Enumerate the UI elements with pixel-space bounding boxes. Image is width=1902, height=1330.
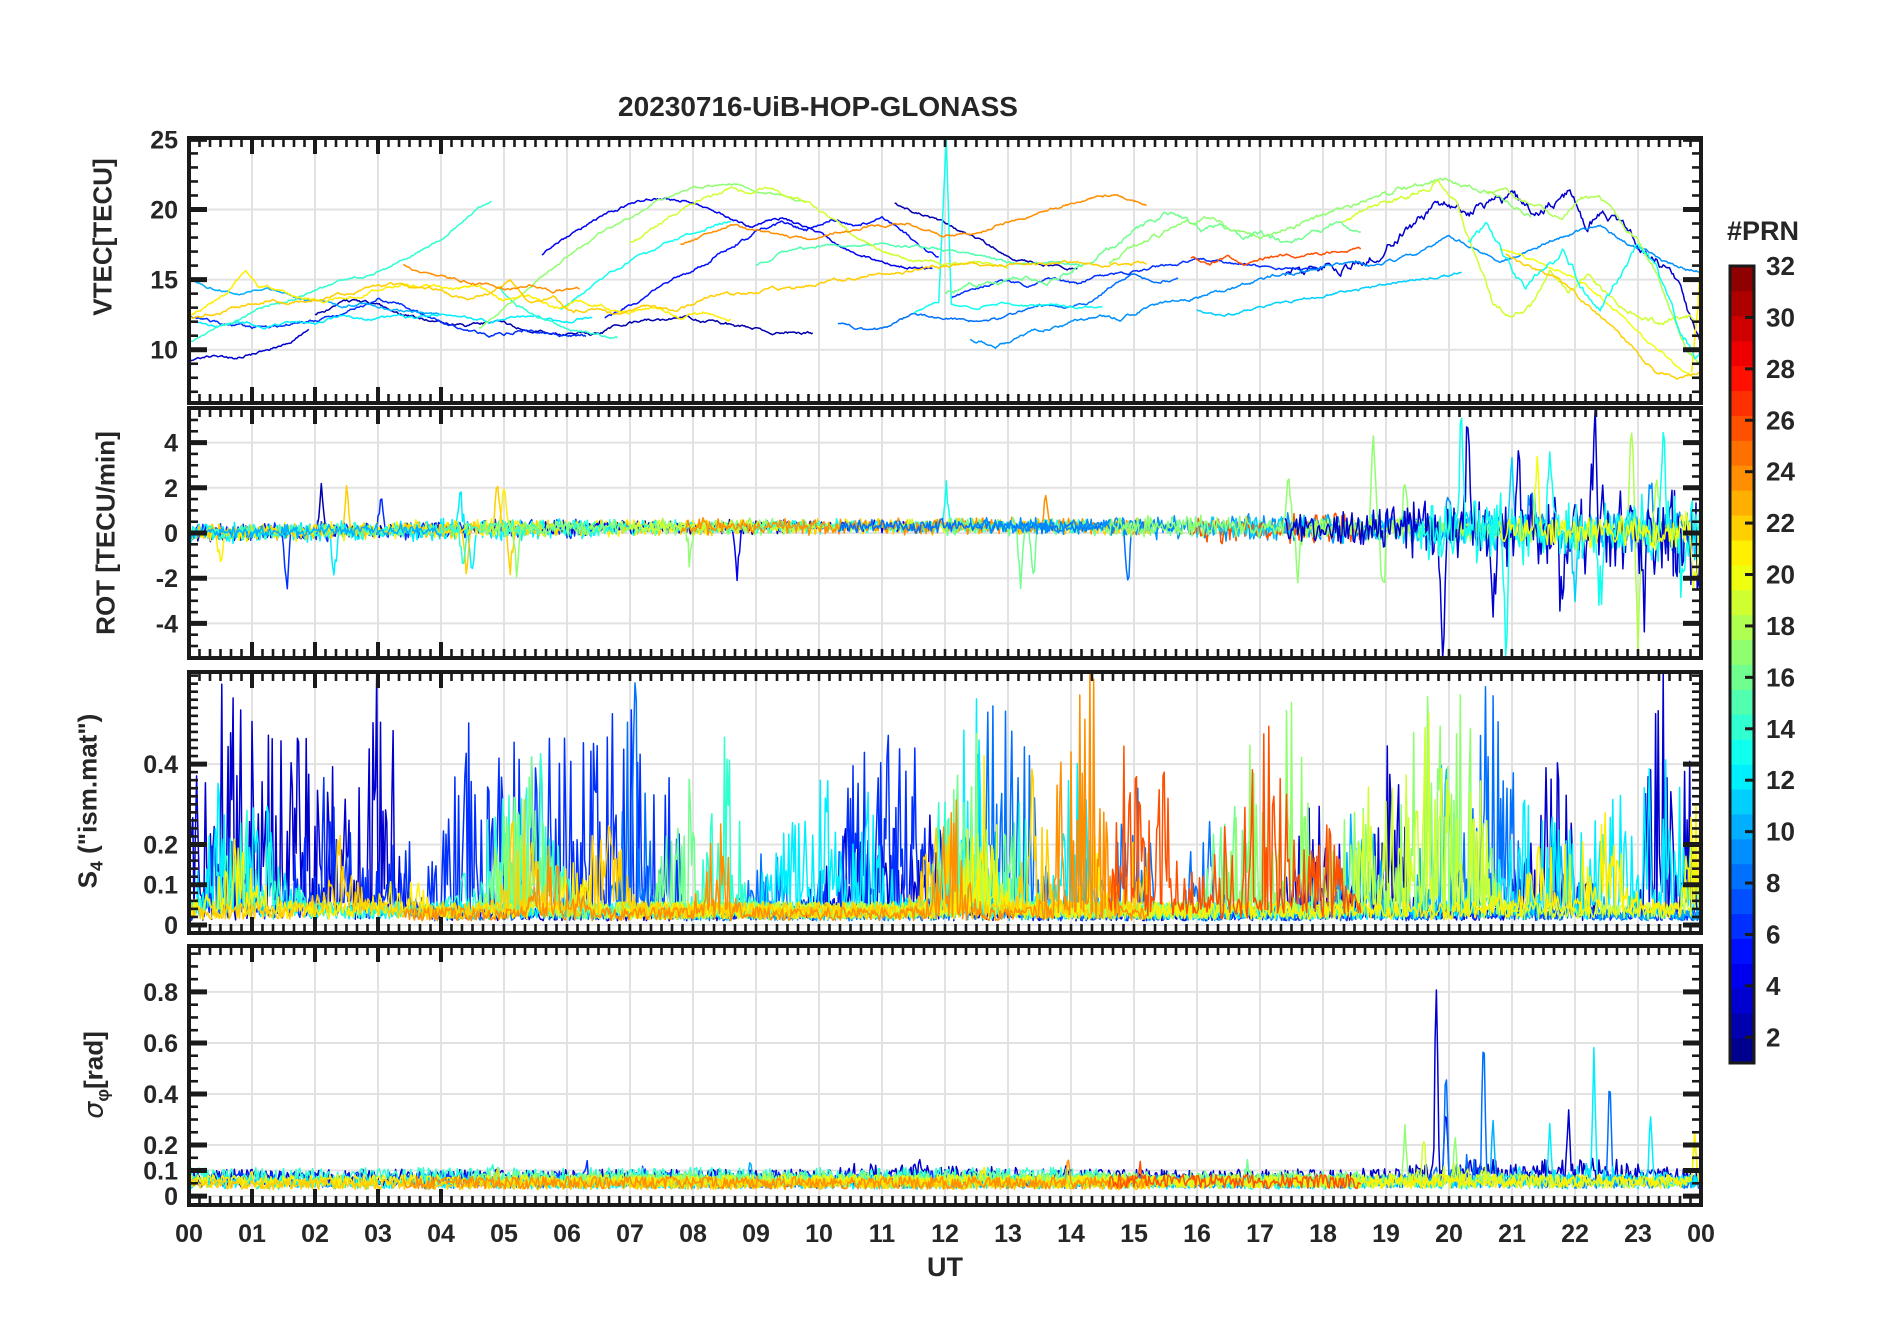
chart-canvas: 10152025-4-202400.10.20.400.10.20.40.60.… — [143, 126, 1795, 1248]
ylabel-s4: S4 ("ism.mat") — [72, 714, 107, 889]
colorbar-tick-label: 2 — [1766, 1022, 1780, 1052]
ylabel-s4-pre: S — [72, 870, 103, 889]
svg-text:0.4: 0.4 — [143, 751, 178, 779]
colorbar-tick-label: 24 — [1766, 457, 1795, 487]
svg-text:08: 08 — [679, 1220, 707, 1248]
colorbar-tick-label: 22 — [1766, 508, 1795, 538]
svg-text:03: 03 — [364, 1220, 392, 1248]
svg-text:02: 02 — [301, 1220, 329, 1248]
svg-text:16: 16 — [1183, 1220, 1211, 1248]
svg-text:01: 01 — [238, 1220, 266, 1248]
svg-text:00: 00 — [175, 1220, 203, 1248]
svg-text:-4: -4 — [156, 610, 178, 638]
svg-text:0.2: 0.2 — [143, 832, 178, 860]
svg-text:0.8: 0.8 — [143, 979, 178, 1007]
colorbar-tick-label: 26 — [1766, 405, 1795, 435]
svg-text:00: 00 — [1687, 1220, 1715, 1248]
panel-rot: -4 -2 0 2 4 — [156, 406, 1703, 660]
colorbar-title: #PRN — [1726, 216, 1800, 246]
colorbar-tick-label: 28 — [1766, 354, 1795, 384]
colorbar: 2468101214161820222426283032 — [1728, 251, 1795, 1065]
panel-sigma-ytick-labels: 00.10.2 0.4 0.6 0.8 — [143, 979, 178, 1211]
colorbar-tick-label: 16 — [1766, 662, 1795, 692]
panel-sigma: 00.10.2 0.4 0.6 0.8 — [143, 944, 1703, 1211]
ylabel-rot-text: ROT [TECU/min] — [90, 431, 121, 635]
colorbar-tick-label: 4 — [1766, 971, 1781, 1001]
svg-text:25: 25 — [150, 126, 178, 154]
panel-s4-ytick-labels: 0 0.1 0.2 0.4 — [143, 751, 178, 940]
panel-vtec: 10 15 20 25 — [150, 126, 1703, 405]
colorbar-tick-label: 6 — [1766, 919, 1780, 949]
svg-text:19: 19 — [1372, 1220, 1400, 1248]
svg-text:0.6: 0.6 — [143, 1030, 178, 1058]
svg-text:05: 05 — [490, 1220, 518, 1248]
ylabel-sigma-post: [rad] — [78, 1031, 109, 1089]
svg-text:0.4: 0.4 — [143, 1081, 178, 1109]
ylabel-s4-post: ("ism.mat") — [72, 713, 103, 862]
svg-text:0: 0 — [164, 520, 178, 548]
xlabel-ut: UT — [927, 1252, 963, 1282]
panel-rot-ytick-labels: -4 -2 0 2 4 — [156, 430, 178, 639]
svg-text:0.1: 0.1 — [143, 872, 178, 900]
svg-text:14: 14 — [1057, 1220, 1085, 1248]
ylabel-s4-sub: 4 — [86, 861, 107, 871]
colorbar-tick-label: 18 — [1766, 611, 1795, 641]
svg-text:10: 10 — [805, 1220, 833, 1248]
figure: 10 15 20 25 -4 -2 0 2 4 0 0.1 0.2 0.4 0 0.1 0.2 0.4 0.6 0.… — [0, 0, 1902, 1330]
svg-text:0: 0 — [164, 1183, 178, 1211]
svg-text:20: 20 — [1435, 1220, 1463, 1248]
xtick-labels: 00 01 02 03 04 05 06 07 08 09 10 11 12 13 14 15 16 17 18 19… — [175, 1220, 1715, 1248]
svg-text:13: 13 — [994, 1220, 1022, 1248]
ylabel-sigma: σφ[rad] — [78, 1031, 113, 1119]
svg-text:-2: -2 — [156, 565, 178, 593]
svg-text:4: 4 — [164, 430, 178, 458]
svg-text:07: 07 — [616, 1220, 644, 1248]
colorbar-tick-label: 20 — [1766, 560, 1795, 590]
colorbar-tick-label: 12 — [1766, 765, 1795, 795]
panel-s4: 0 0.1 0.2 0.4 — [143, 670, 1703, 940]
svg-text:23: 23 — [1624, 1220, 1652, 1248]
svg-text:09: 09 — [742, 1220, 770, 1248]
svg-text:0.1: 0.1 — [143, 1158, 178, 1186]
svg-text:10: 10 — [150, 337, 178, 365]
svg-text:0.2: 0.2 — [143, 1132, 178, 1160]
colorbar-tick-label: 30 — [1766, 302, 1795, 332]
svg-text:18: 18 — [1309, 1220, 1337, 1248]
colorbar-tick-label: 8 — [1766, 868, 1780, 898]
svg-text:22: 22 — [1561, 1220, 1589, 1248]
svg-text:15: 15 — [1120, 1220, 1148, 1248]
svg-text:2: 2 — [164, 475, 178, 503]
colorbar-tick-label: 32 — [1766, 251, 1795, 281]
svg-text:15: 15 — [150, 267, 178, 295]
ylabel-sigma-sub: φ — [92, 1089, 113, 1102]
panel-vtec-ytick-labels: 10 15 20 25 — [150, 126, 178, 364]
svg-text:12: 12 — [931, 1220, 959, 1248]
svg-text:11: 11 — [869, 1220, 896, 1248]
ylabel-sigma-pre: σ — [78, 1101, 110, 1119]
svg-text:04: 04 — [427, 1220, 455, 1248]
svg-text:17: 17 — [1246, 1220, 1274, 1248]
colorbar-tick-label: 10 — [1766, 817, 1795, 847]
svg-text:0: 0 — [164, 912, 178, 940]
colorbar-tick-label: 14 — [1766, 714, 1795, 744]
chart-title: 20230716-UiB-HOP-GLONASS — [618, 91, 1018, 122]
svg-text:06: 06 — [553, 1220, 581, 1248]
svg-text:21: 21 — [1498, 1220, 1526, 1248]
ylabel-vtec-text: VTEC[TECU] — [87, 158, 118, 316]
ylabel-vtec: VTEC[TECU] — [88, 158, 119, 315]
ylabel-rot: ROT [TECU/min] — [91, 431, 122, 635]
svg-text:20: 20 — [150, 197, 178, 225]
